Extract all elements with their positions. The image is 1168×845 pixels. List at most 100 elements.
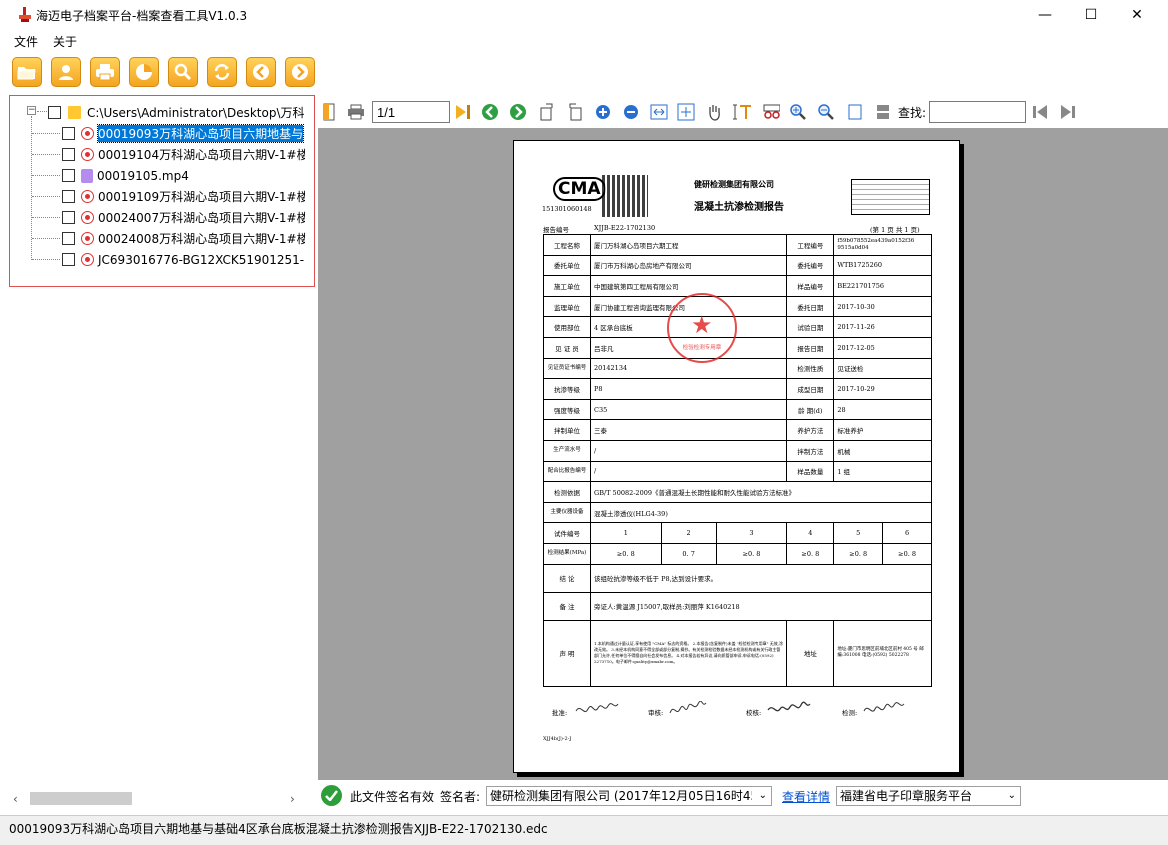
platform-select[interactable]: 福建省电子印章服务平台 ⌄	[836, 786, 1021, 806]
table-row: 声 明 1.本机构通过计量认证,享有使用 "CMA" 标志的资格。 2.本报告(含…	[543, 619, 932, 687]
page-number-input[interactable]	[372, 101, 450, 123]
table-row: 配合比报告编号 / 样品数量 1 组	[543, 460, 932, 483]
tree-item[interactable]: JC693016776-BG12XCK51901251-2	[62, 249, 305, 270]
chart-icon[interactable]	[129, 57, 159, 87]
previous-icon[interactable]	[246, 57, 276, 87]
fit-width-icon[interactable]	[650, 103, 668, 121]
edc-file-icon	[81, 253, 94, 266]
cma-logo: CMA	[553, 177, 606, 201]
table-row: 工程名称 厦门万科湖心岛项目六期工程 工程编号 f59b078552ea439a015…	[543, 234, 932, 256]
tree-item-label[interactable]: 00024007万科湖心岛项目六期V-1#楼	[98, 209, 305, 226]
find-next-icon[interactable]	[1059, 103, 1077, 121]
print-icon[interactable]	[90, 57, 120, 87]
tree-horizontal-scrollbar[interactable]: ‹ ›	[9, 789, 309, 809]
scrollbar-thumb[interactable]	[30, 792, 132, 805]
menu-about[interactable]: 关于	[53, 33, 77, 50]
zoom-out-icon[interactable]	[622, 103, 640, 121]
signature-valid-text: 此文件签名有效	[350, 790, 435, 804]
checker-signature	[766, 701, 814, 717]
approve-label: 批准:	[552, 709, 568, 717]
hand-tool-icon[interactable]	[705, 103, 723, 121]
user-icon[interactable]	[51, 57, 81, 87]
tree-item[interactable]: 00019105.mp4	[62, 165, 305, 186]
find-input[interactable]	[929, 101, 1026, 123]
table-row: 见 证 员吕非凡 报告日期 2017-12-05	[543, 336, 932, 359]
table-row: 结 论该组砼抗渗等级不低于 P8,达到设计要求。	[543, 563, 932, 593]
platform-value: 福建省电子印章服务平台	[840, 789, 973, 803]
tree-collapse-toggle[interactable]: −	[27, 106, 36, 115]
table-row: 试件编号 123456	[543, 522, 932, 544]
single-page-icon[interactable]	[846, 103, 864, 121]
item-checkbox[interactable]	[62, 169, 75, 182]
table-row: 检测依据 GB/T 50082-2009《普通混凝土长期性能和耐久性能试验方法标准…	[543, 481, 932, 503]
last-page-icon[interactable]	[454, 103, 472, 121]
scroll-left-icon[interactable]: ‹	[13, 792, 18, 806]
maximize-button[interactable]: ☐	[1068, 0, 1114, 30]
tree-item-label[interactable]: 00019105.mp4	[97, 169, 189, 183]
tree-item[interactable]: 00019093万科湖心岛项目六期地基与	[62, 123, 305, 144]
report-number-label: 报告编号	[543, 226, 569, 234]
open-folder-icon[interactable]	[12, 57, 42, 87]
forward-icon[interactable]	[509, 103, 527, 121]
magnify-minus-icon[interactable]	[817, 103, 835, 121]
magnify-plus-icon[interactable]	[789, 103, 807, 121]
zoom-in-icon[interactable]	[594, 103, 612, 121]
signer-value: 健研检测集团有限公司 (2017年12月05日16时45分2	[490, 789, 752, 803]
close-button[interactable]: ✕	[1114, 0, 1160, 30]
print-icon[interactable]	[347, 103, 365, 121]
check-circle-icon	[321, 785, 342, 806]
document-page: CMA 151301060148 健研检测集团有限公司 混凝土抗渗检测报告 报告…	[513, 140, 960, 773]
search-icon[interactable]	[168, 57, 198, 87]
item-checkbox[interactable]	[62, 148, 75, 161]
tree-connector	[32, 133, 60, 134]
app-icon	[18, 7, 32, 23]
tree-item[interactable]: 00024007万科湖心岛项目六期V-1#楼	[62, 207, 305, 228]
approver-signature	[574, 701, 622, 717]
signer-select[interactable]: 健研检测集团有限公司 (2017年12月05日16时45分2 ⌄	[486, 786, 772, 806]
item-checkbox[interactable]	[62, 190, 75, 203]
tree-item-label[interactable]: JC693016776-BG12XCK51901251-2	[98, 253, 305, 267]
minimize-button[interactable]: —	[1022, 0, 1068, 30]
menu-file[interactable]: 文件	[14, 33, 38, 50]
tree-item[interactable]: 00024008万科湖心岛项目六期V-1#楼	[62, 228, 305, 249]
bookmark-icon[interactable]	[321, 103, 339, 121]
refresh-icon[interactable]	[207, 57, 237, 87]
qr-code	[602, 175, 648, 217]
edc-file-icon	[81, 232, 94, 245]
tree-connector	[37, 111, 47, 112]
scroll-right-icon[interactable]: ›	[290, 792, 295, 806]
glasses-icon[interactable]	[762, 103, 780, 121]
tree-connector	[32, 217, 60, 218]
find-previous-icon[interactable]	[1031, 103, 1049, 121]
table-row: 拌制单位 三泰 养护方法 标准养护	[543, 419, 932, 441]
table-row: 委托单位 厦门市万科湖心岛房地产有限公司 委托编号 WTB1725260	[543, 254, 932, 277]
tree-item-label[interactable]: 00024008万科湖心岛项目六期V-1#楼	[98, 230, 305, 247]
report-number: XJJB-E22-1702130	[594, 224, 656, 232]
tester-signature	[862, 701, 907, 717]
text-select-icon[interactable]	[733, 103, 751, 121]
item-checkbox[interactable]	[62, 211, 75, 224]
item-checkbox[interactable]	[62, 253, 75, 266]
continuous-page-icon[interactable]	[874, 103, 892, 121]
back-icon[interactable]	[481, 103, 499, 121]
test-label: 检测:	[842, 709, 858, 717]
table-row: 使用部位 4 区承台底板 试验日期 2017-11-26	[543, 316, 932, 338]
tree-item[interactable]: 00019109万科湖心岛项目六期V-1#楼	[62, 186, 305, 207]
check-label: 校核:	[746, 709, 762, 717]
tree-item-label[interactable]: 00019104万科湖心岛项目六期V-1#楼	[98, 146, 305, 163]
tree-root-label[interactable]: C:\Users\Administrator\Desktop\万科	[87, 104, 305, 121]
next-icon[interactable]	[285, 57, 315, 87]
view-details-link[interactable]: 查看详情	[782, 788, 830, 805]
tree-item[interactable]: 00019104万科湖心岛项目六期V-1#楼	[62, 144, 305, 165]
item-checkbox[interactable]	[62, 232, 75, 245]
tree-item-label[interactable]: 00019109万科湖心岛项目六期V-1#楼	[98, 188, 305, 205]
rotate-right-icon[interactable]	[566, 103, 584, 121]
rotate-left-icon[interactable]	[538, 103, 556, 121]
tree-item-label[interactable]: 00019093万科湖心岛项目六期地基与	[96, 124, 305, 143]
item-checkbox[interactable]	[62, 127, 75, 140]
fit-page-icon[interactable]	[677, 103, 695, 121]
tree-root-checkbox[interactable]	[48, 106, 61, 119]
menu-bar	[0, 30, 1168, 50]
reviewer-signature	[668, 700, 710, 717]
tree-connector	[32, 259, 60, 260]
